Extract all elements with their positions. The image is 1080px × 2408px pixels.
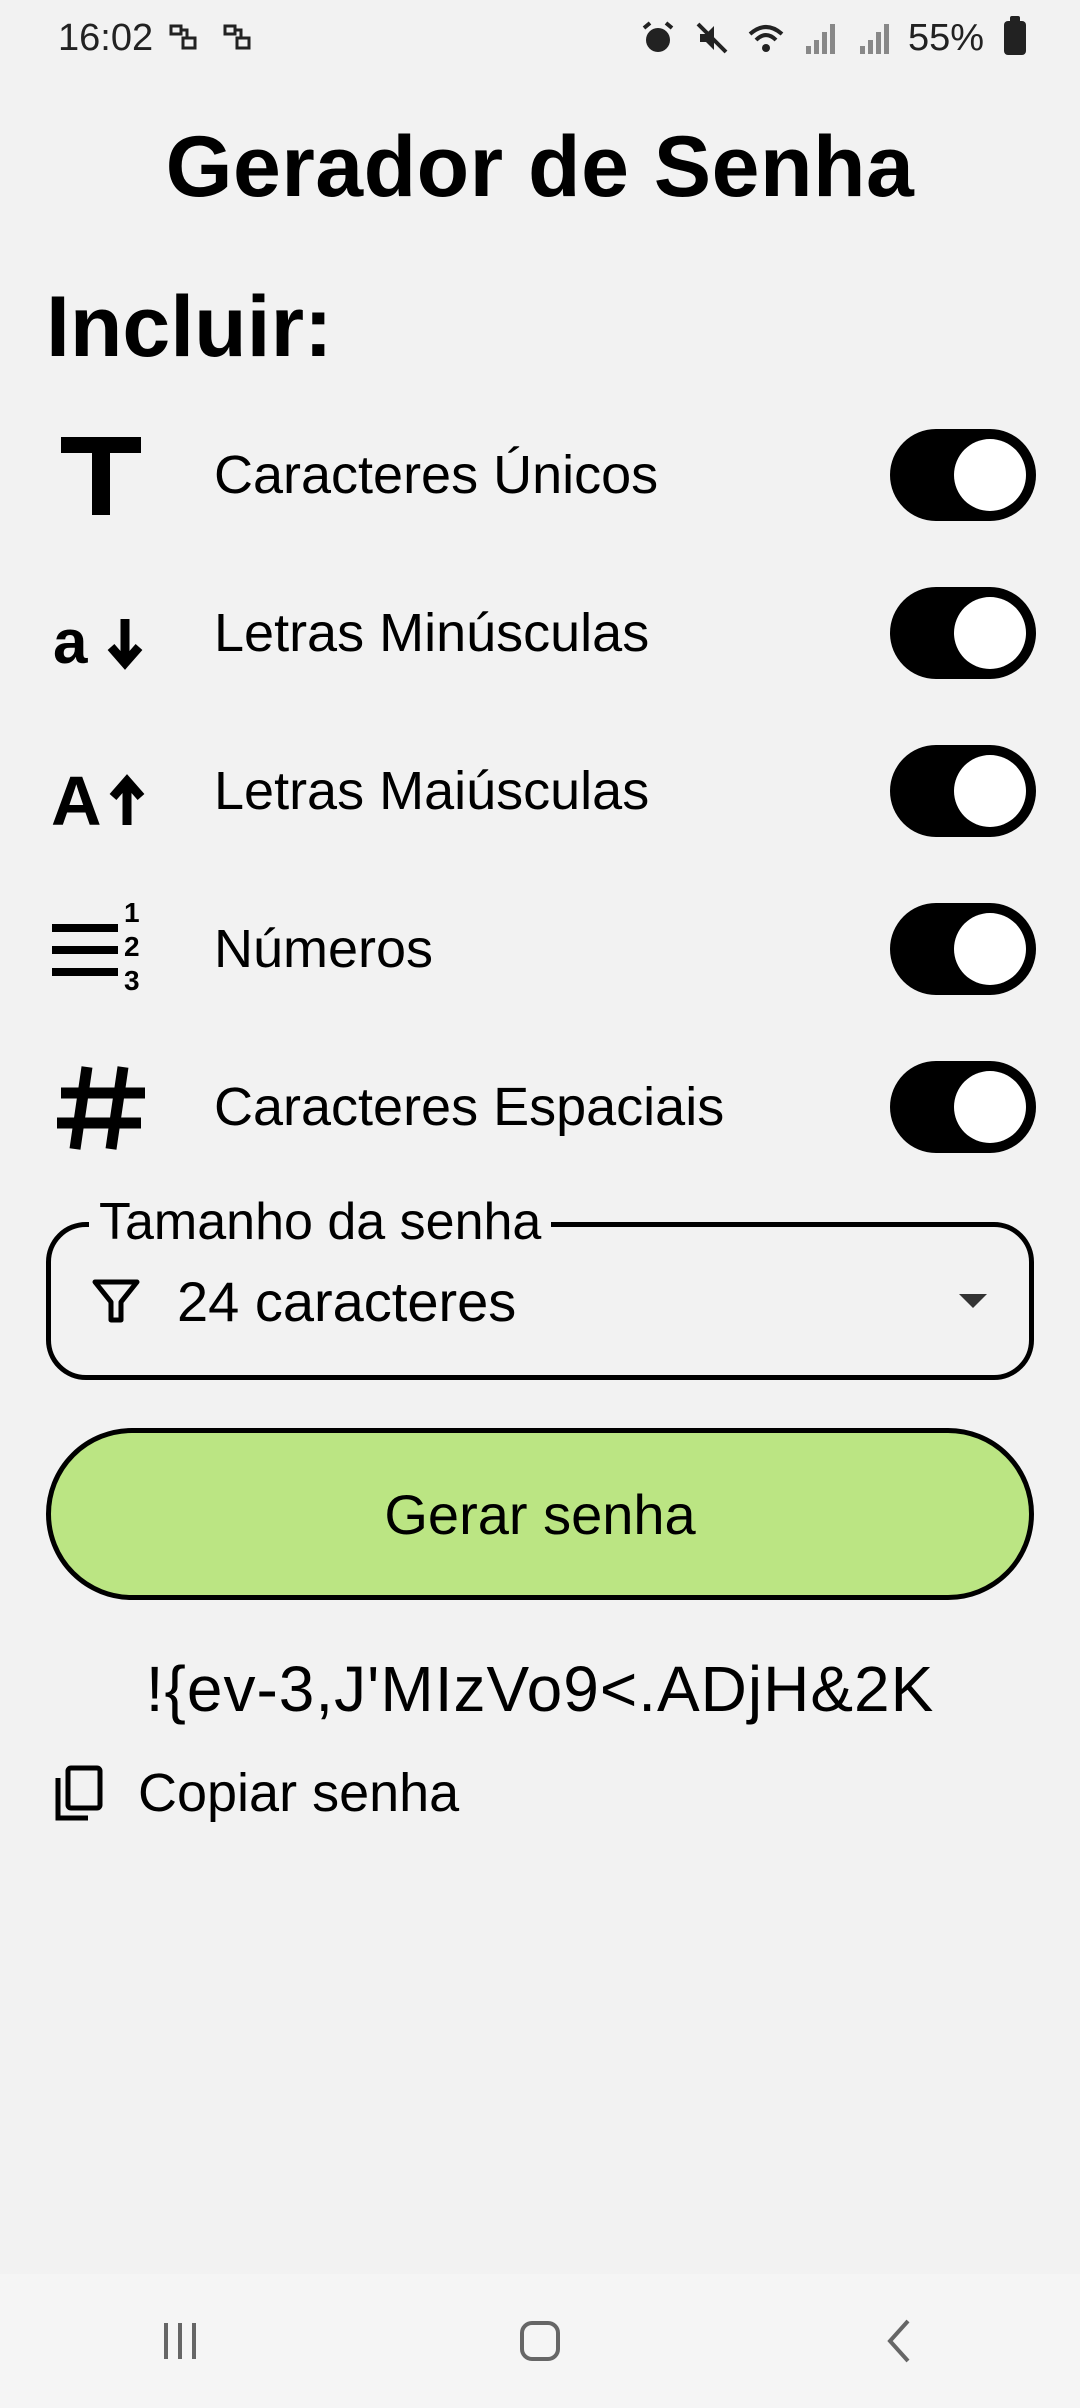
option-label: Letras Minúsculas	[214, 603, 650, 663]
option-label: Números	[214, 919, 434, 979]
format-list-numbered-icon: 1 2 3	[46, 894, 156, 1004]
generated-password: !{ev-3,J'MIzVo9<.ADjH&2K	[145, 1653, 935, 1725]
notification-icon	[169, 24, 197, 50]
battery-percent: 55%	[907, 16, 984, 59]
page-title: Gerador de Senha	[165, 119, 915, 215]
generate-password-button[interactable]: Gerar senha	[46, 1428, 1034, 1600]
toggle-knob	[954, 755, 1026, 827]
option-label: Letras Maiúsculas	[214, 761, 650, 821]
svg-text:a: a	[53, 608, 88, 677]
option-row-unique-chars: Caracteres Únicos	[46, 420, 1036, 530]
mute-icon	[696, 22, 728, 54]
wifi-icon	[748, 25, 784, 52]
option-row-special-chars: Caracteres Espaciais	[46, 1052, 1036, 1162]
toggle-knob	[954, 913, 1026, 985]
toggle-knob	[954, 439, 1026, 511]
option-label: Caracteres Únicos	[214, 445, 659, 505]
toggle-uppercase[interactable]	[890, 745, 1036, 837]
toggle-special-chars[interactable]	[890, 1061, 1036, 1153]
copy-password-label: Copiar senha	[138, 1763, 460, 1823]
option-row-lowercase: a Letras Minúsculas	[46, 578, 1036, 688]
text-t-icon	[46, 420, 156, 530]
filter-icon	[92, 1279, 140, 1323]
recent-apps-icon	[164, 2323, 196, 2359]
toggle-lowercase[interactable]	[890, 587, 1036, 679]
toggle-unique-chars[interactable]	[890, 429, 1036, 521]
svg-text:3: 3	[124, 965, 140, 996]
toggle-knob	[954, 1071, 1026, 1143]
recent-apps-button[interactable]	[100, 2291, 260, 2391]
status-bar: 16:02 55%	[0, 0, 1080, 76]
toggle-knob	[954, 597, 1026, 669]
password-length-value: 24 caracteres	[177, 1269, 517, 1333]
option-row-numbers: 1 2 3 Números	[46, 894, 1036, 1004]
home-button[interactable]	[460, 2291, 620, 2391]
alarm-icon	[642, 21, 674, 52]
back-icon	[887, 2319, 910, 2363]
notification-icon	[223, 24, 251, 50]
system-nav-bar	[0, 2274, 1080, 2408]
signal-icon	[805, 24, 835, 54]
option-row-uppercase: A Letras Maiúsculas	[46, 736, 1036, 846]
copy-icon	[55, 1765, 103, 1821]
signal-icon	[859, 24, 889, 54]
password-length-dropdown[interactable]: Tamanho da senha 24 caracteres	[46, 1187, 1034, 1380]
svg-text:1: 1	[124, 897, 140, 928]
hashtag-icon	[46, 1052, 156, 1162]
uppercase-arrow-up-icon: A	[46, 736, 156, 846]
svg-text:A: A	[51, 762, 102, 840]
battery-icon	[1004, 16, 1026, 55]
include-heading: Incluir:	[46, 279, 333, 375]
copy-password-button[interactable]: Copiar senha	[52, 1758, 459, 1828]
svg-text:2: 2	[124, 931, 140, 962]
status-time: 16:02	[58, 16, 154, 59]
option-label: Caracteres Espaciais	[214, 1077, 725, 1137]
dropdown-arrow-icon	[959, 1294, 987, 1308]
generate-password-label: Gerar senha	[384, 1482, 696, 1546]
lowercase-arrow-down-icon: a	[46, 578, 156, 688]
home-icon	[520, 2321, 560, 2361]
toggle-numbers[interactable]	[890, 903, 1036, 995]
back-button[interactable]	[820, 2291, 980, 2391]
